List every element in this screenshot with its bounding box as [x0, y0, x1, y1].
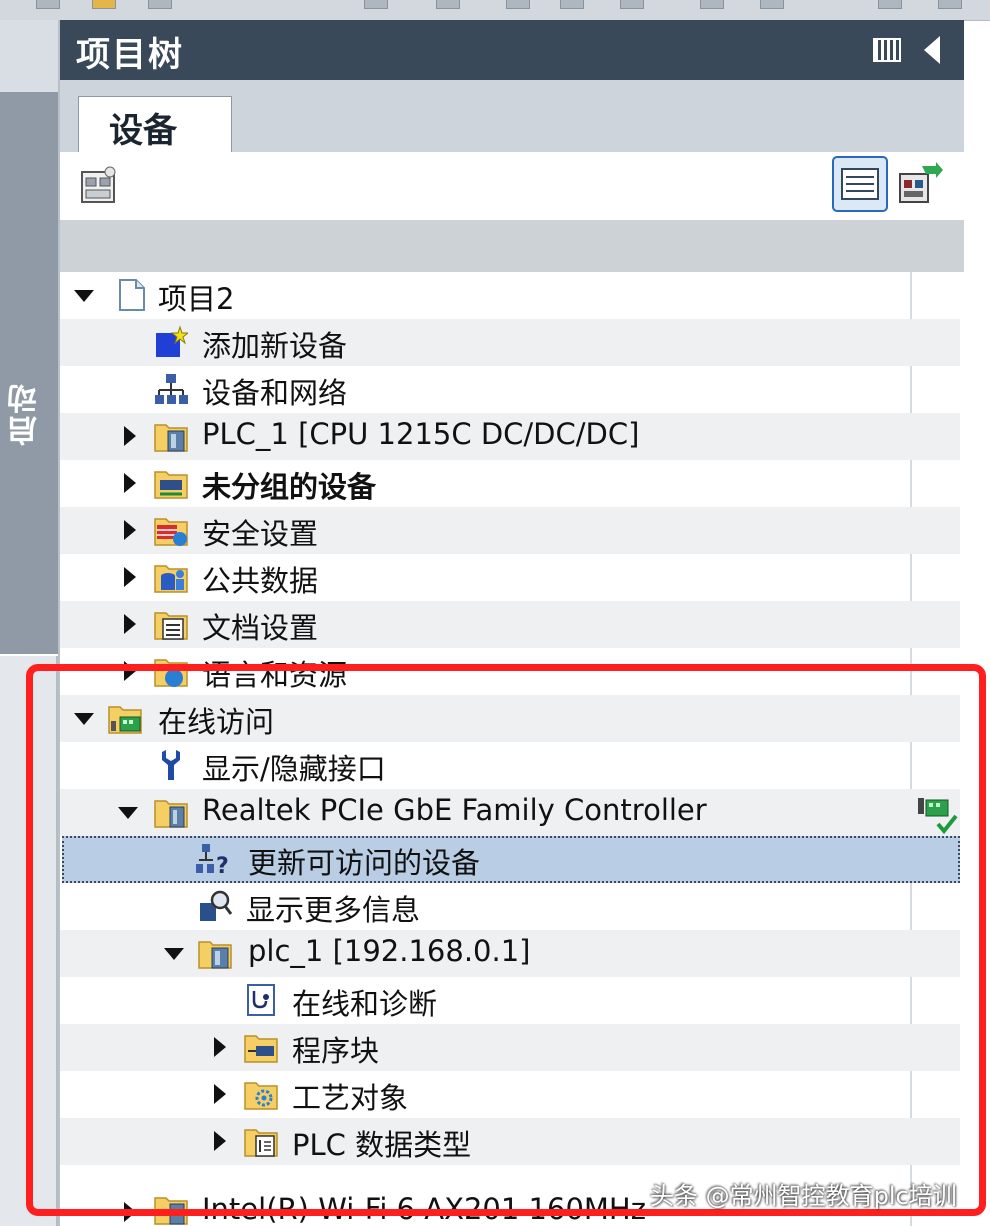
tree-item-label: 公共数据 [202, 564, 319, 598]
tab-bar: 设备 [60, 80, 964, 152]
collapse-arrow-icon[interactable] [124, 520, 136, 540]
tree-item-add-device[interactable]: 添加新设备 [60, 319, 960, 366]
tree-item-label: 未分组的设备 [202, 470, 377, 504]
network-icon [155, 374, 188, 404]
tree-item-security-settings[interactable]: 安全设置 [60, 507, 960, 554]
toolbar-button[interactable] [364, 0, 388, 9]
dock-icon[interactable] [873, 38, 901, 62]
export-icon[interactable] [896, 160, 944, 208]
toolbar-button[interactable] [36, 0, 60, 9]
expand-arrow-icon[interactable] [74, 290, 94, 302]
toolbar-button[interactable] [700, 0, 724, 9]
toolbar-button[interactable] [148, 0, 172, 9]
security-icon [154, 518, 188, 546]
ungrouped-devices-icon [154, 471, 188, 499]
highlight-box [26, 664, 986, 1216]
tree-toolbar [60, 152, 964, 220]
collapse-arrow-icon[interactable] [124, 426, 136, 446]
document-icon [154, 612, 188, 640]
tree-item-project[interactable]: 项目2 [60, 272, 960, 319]
tree-item-label: 文档设置 [202, 611, 319, 645]
project-icon [119, 279, 145, 311]
tab-devices[interactable]: 设备 [78, 96, 232, 152]
panel-title-bar: 项目树 [60, 20, 964, 80]
collapse-arrow-icon[interactable] [124, 567, 136, 587]
tree-item-document-settings[interactable]: 文档设置 [60, 601, 960, 648]
tab-devices-label: 设备 [109, 111, 177, 151]
toolbar-button[interactable] [560, 0, 584, 9]
tree-item-label: 添加新设备 [202, 329, 348, 363]
toolbar-button[interactable] [760, 0, 784, 9]
watermark: 头条 @常州智控教育plc培训 [650, 1182, 957, 1210]
tree-item-plc1[interactable]: PLC_1 [CPU 1215C DC/DC/DC] [60, 413, 960, 460]
tree-item-label: 设备和网络 [202, 376, 348, 410]
plc-folder-icon [154, 424, 188, 452]
collapse-arrow-icon[interactable] [124, 473, 136, 493]
detail-view-icon[interactable] [832, 156, 888, 212]
toolbar-button[interactable] [938, 0, 962, 9]
toolbar-button[interactable] [436, 0, 460, 9]
panel-title: 项目树 [76, 35, 184, 75]
add-device-icon [156, 325, 188, 357]
tree-item-label: 安全设置 [202, 517, 319, 551]
start-tab-label: 启动 [8, 382, 43, 446]
top-toolbar [0, 0, 990, 21]
tree-item-label: PLC_1 [CPU 1215C DC/DC/DC] [202, 417, 640, 451]
tree-item-label: 项目2 [158, 282, 235, 316]
column-header-band [60, 220, 964, 272]
show-overview-icon[interactable] [78, 164, 120, 206]
toolbar-button[interactable] [620, 0, 644, 9]
toolbar-button[interactable] [506, 0, 530, 9]
toolbar-button[interactable] [92, 0, 116, 9]
collapse-arrow-icon[interactable] [124, 614, 136, 634]
collapse-panel-icon[interactable] [924, 36, 940, 64]
tree-item-devices-networks[interactable]: 设备和网络 [60, 366, 960, 413]
common-data-icon [154, 565, 188, 593]
tree-item-ungrouped-devices[interactable]: 未分组的设备 [60, 460, 960, 507]
start-tab[interactable]: 启动 [0, 92, 60, 656]
tree-item-common-data[interactable]: 公共数据 [60, 554, 960, 601]
toolbar-button[interactable] [878, 0, 902, 9]
